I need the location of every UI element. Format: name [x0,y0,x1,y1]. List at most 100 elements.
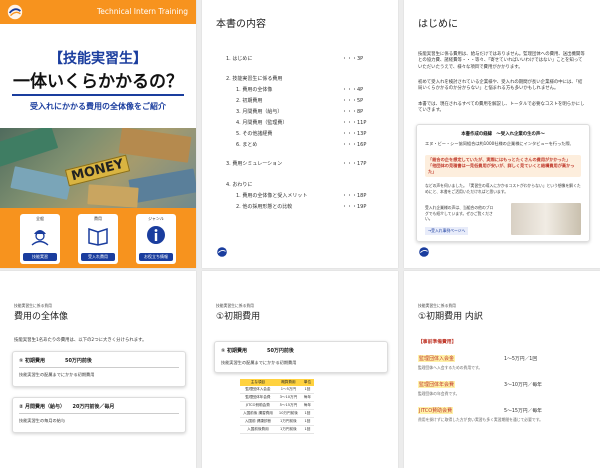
quote-line: 「総合の企を想定していたが、実際にはもっとたくさんの費用がかかった」 [428,157,571,162]
page-title: ①初期費用 [216,312,261,322]
category-card-cost[interactable]: 費用 受入れ費用 [78,214,118,264]
intro-paragraph: 初めて受入れを検討されている企業様や、受入れの期間が長い企業様の中には、「結局い… [418,80,583,92]
page-title: ①初期費用 内訳 [418,312,483,322]
page-title: 本書の内容 [216,19,266,30]
page-title: はじめに [418,19,458,30]
cover-page[interactable]: Technical Intern Training 【技能実習生】 一体いくらか… [0,0,196,268]
table-cell: 毎年 [300,393,315,402]
table-cell: 入国前後費用 [240,425,276,434]
background-box: 本書作成の経緯 ～受入れ企業の生の声～ エヌ・ビー・シー協同組合は約1000社様… [416,124,590,242]
logo-icon [419,247,429,257]
overview-page[interactable]: 技能実習生に係る費用 費用の全体像 技能実習生1名あたりの費用は、以下の2つに大… [0,271,196,468]
toc-item[interactable]: 4. 月間費用（監理費） [236,119,287,126]
cover-header-text: Technical Intern Training [96,7,188,16]
cost-item-name: 監理団体入会金 [418,355,456,362]
toc-item[interactable]: 1. 費用の全体像と受入メリット [236,192,307,199]
cost-card-initial: ① 初期費用 50万円前後 技能実習生の配属までにかかる初期費用 [214,341,388,373]
box-title: 本書作成の経緯 ～受入れ企業の生の声～ [461,132,545,137]
section-heading: 【事前準備費用】 [418,340,457,345]
table-cell: 1万円前後 [275,417,301,426]
table-cell: 3〜10万円 [275,393,301,402]
toc-item[interactable]: 5. その他諸経費 [236,130,272,137]
card-desc: 技能実習生の毎月の給与 [19,418,66,423]
toc-item[interactable]: 3. 費用シミュレーション [226,160,282,167]
card-title: ① 初期費用 50万円前後 [19,358,92,364]
table-cell: 入国前後 講習費用 [240,409,276,418]
initial-cost-page[interactable]: 技能実習生に係る費用 ①初期費用 ① 初期費用 50万円前後 技能実習生の配属ま… [202,271,398,468]
table-cell: JITCO賛助会費 [240,401,276,410]
table-cell: 1回 [300,409,315,418]
card-button: 受入れ費用 [81,253,115,261]
intro-paragraph: 技能実習生に係る費用は、給与だけではありません。監理団体への費用、送出機関等との… [418,52,585,70]
card-desc: 技能実習生の配属までにかかる初期費用 [221,360,297,365]
cost-item-name: JITCO賛助会費 [418,407,454,414]
toc-item[interactable]: 3. 月間費用（給与） [236,108,282,115]
toc-item[interactable]: 2. 他の採用形態との比較 [236,203,292,210]
card-label: 全般 [36,216,44,221]
logo-icon [7,4,23,20]
toc-page-number: ・・・3P [342,56,364,62]
toc-page-number: ・・・18P [342,193,367,199]
toc-page-number: ・・・5P [342,98,364,104]
toc-page-number: ・・・4P [342,87,364,93]
table-cell: 毎年 [300,401,315,410]
table-cell: 入国前 健康診断 [240,417,276,426]
intro-page[interactable]: はじめに 技能実習生に係る費用は、給与だけではありません。監理団体への費用、送出… [404,0,600,268]
toc-item[interactable]: 6. まとめ [236,141,257,148]
table-row: 入国前後 講習費用 10万円前後 1回 [240,409,315,418]
breakdown-page[interactable]: 技能実習生に係る費用 ①初期費用 内訳 【事前準備費用】 監理団体入会金 1〜5… [404,271,600,468]
table-cell: 1〜5万円 [275,386,301,394]
card-desc: 技能実習生の配属までにかかる初期費用 [19,372,95,377]
card-title: ① 初期費用 50万円前後 [221,348,294,354]
toc-page-number: ・・・8P [342,109,364,115]
worker-icon [31,230,49,246]
cost-item-desc: 費用を掛けずに取得した方が良い実習も多く実習期間を通じて必要です。 [418,417,543,422]
column-header: 単位 [300,379,315,386]
toc-item[interactable]: 2. 技能実習生に係る費用 [226,75,282,82]
cost-item-amount: 1〜5万円／1回 [504,357,538,362]
toc-page-number: ・・・13P [342,131,367,137]
initial-cost-table: 主な項目 概算費用 単位 監理団体入会金 1〜5万円 1回 監理団体年会費 3〜… [240,379,315,434]
toc-item[interactable]: 1. 費用の全体像 [236,86,272,93]
banknote [10,166,72,200]
box-text: 受入れ企業様の声は、当組合の他のブログでも紹介しています。ぜひご覧ください。 [425,205,494,222]
cover-header-bar: Technical Intern Training [0,0,196,24]
cost-item-desc: 監理団体へ入会するための費用です。 [418,365,483,370]
cover-title: 一体いくらかかるの？ [13,72,183,92]
table-row: 監理団体年会費 3〜10万円 毎年 [240,393,315,402]
toc-item[interactable]: 4. おわりに [226,181,252,188]
toc-page-number: ・・・19P [342,204,367,210]
column-header: 主な項目 [240,379,276,386]
toc-page-number: ・・・17P [342,161,367,167]
case-link[interactable]: →受入れ事例ページへ [425,227,469,235]
table-row: 監理団体入会金 1〜5万円 1回 [240,386,315,394]
cost-item-amount: 5〜15万円／毎年 [504,409,542,414]
category-card-info[interactable]: ジャンル お役立ち情報 [136,214,176,264]
cover-divider [12,94,184,96]
cost-item-desc: 監理団体の年会費です。 [418,391,460,396]
money-photo: MONEY [0,128,196,208]
toc-item[interactable]: 1. はじめに [226,55,252,62]
overview-text: 技能実習生1名あたりの費用は、以下の2つに大きく分けられます。 [14,338,147,343]
intro-paragraph: 本書では、現在されるすべての費用を解説し、トータルで必要なコストを明らかにしてい… [418,102,585,114]
logo-icon [217,247,227,257]
table-cell: 1回 [300,417,315,426]
cover-title-bracket: 【技能実習生】 [49,51,147,67]
photo [511,203,581,235]
cover-icon-strip: 全般 技能実習 費用 受入れ費用 ジャンル お役立ち情報 [0,208,196,268]
toc-page[interactable]: 本書の内容 1. はじめに ・・・3P 2. 技能実習生に係る費用 1. 費用の… [202,0,398,268]
table-cell: 1万円前後 [275,425,301,434]
card-label: 費用 [94,216,102,221]
page-title: 費用の全体像 [14,312,69,322]
table-row: 入国前後費用 1万円前後 1回 [240,425,315,434]
table-row: JITCO賛助会費 5〜15万円 毎年 [240,401,315,410]
cost-item-name: 監理団体年会費 [418,381,456,388]
divider [19,413,179,414]
card-button: 技能実習 [23,253,57,261]
toc-page-number: ・・・16P [342,142,367,148]
category-card-general[interactable]: 全般 技能実習 [20,214,60,264]
money-sign: MONEY [64,154,131,187]
book-icon [88,227,108,246]
toc-item[interactable]: 2. 初期費用 [236,97,262,104]
info-icon [147,226,165,244]
